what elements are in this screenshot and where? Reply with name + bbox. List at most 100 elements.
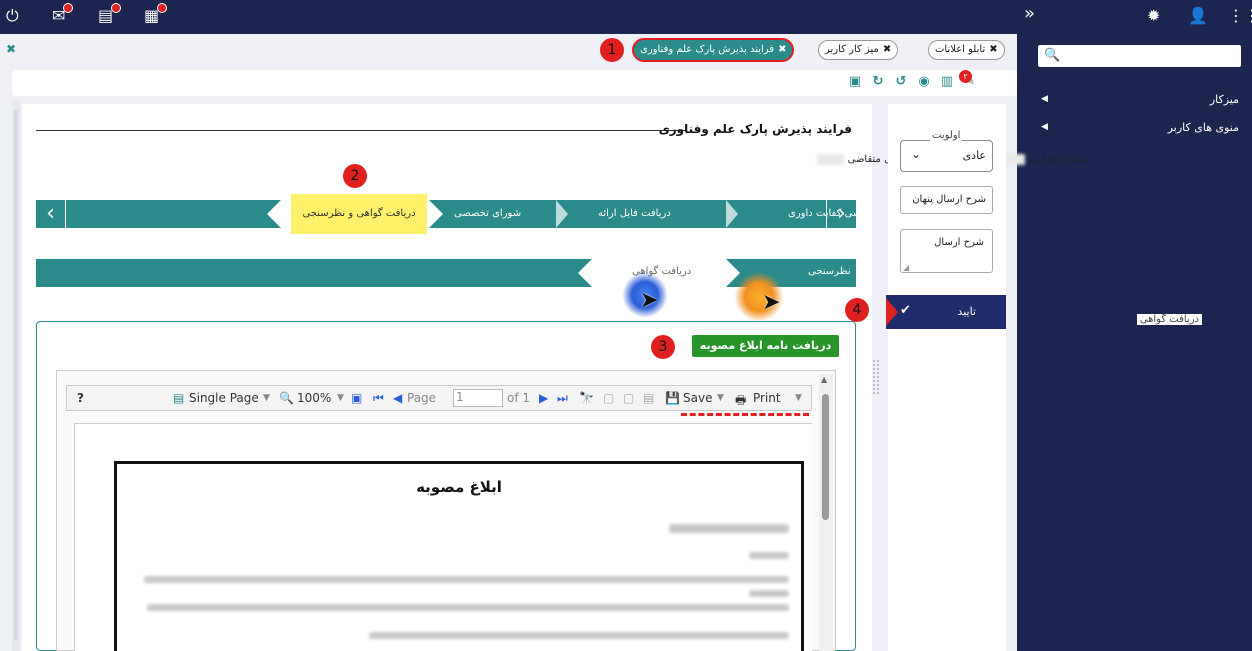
annotation-badge-2: 2 [343,164,367,188]
tab-park-admission[interactable]: فرایند پذیرش پارک علم وفناوری ✖ [632,38,795,62]
step-certificate-survey[interactable]: دریافت گواهی و نظرسنجی [281,194,429,234]
steps-next-button[interactable]: › [826,200,856,228]
calendar-icon[interactable]: ▦ [144,3,168,26]
last-page-icon[interactable]: ⏭ [557,391,568,406]
flow-icon[interactable]: ◉ [916,74,932,90]
tab-label: میز کار کاربر [825,44,879,55]
notification-dot [157,3,168,13]
save-dropdown[interactable]: Save [683,391,712,405]
redacted-text [749,552,789,559]
scroll-rail[interactable] [12,100,20,651]
close-icon[interactable]: ✖ [989,44,997,55]
fieldset-legend: دریافت گواهی [1136,314,1202,325]
page-count: of 1 [507,391,531,405]
viewer-scrollbar[interactable] [819,374,833,651]
zoom-icon: 🔍 [279,391,294,405]
close-icon[interactable]: ✖ [778,44,786,55]
redacted-process-number: XXXX [817,154,845,165]
subtab-survey[interactable]: نظرسنجی [808,266,851,277]
redacted-text [669,524,789,533]
help-button[interactable]: ? [77,391,84,405]
save-icon: 💾 [665,391,680,405]
download-approval-letter-button[interactable]: دریافت نامه ابلاغ مصوبه [692,335,839,357]
priority-select[interactable]: عادی ⌄ [900,140,993,172]
prev-page-icon[interactable]: ◀ [393,391,402,405]
mail-icon[interactable]: ✉ [52,3,74,26]
cursor-icon: ➤ [762,290,781,315]
search-input[interactable]: 🔍 [1038,45,1241,67]
bookmark-icon[interactable]: ▢ [623,391,634,405]
resize-grip-icon: ◢ [903,263,910,272]
history-icon[interactable]: ↺ [893,74,909,90]
step-separator [267,200,281,228]
scroll-thumb[interactable] [822,394,829,520]
close-icon[interactable]: ✖ [6,42,16,56]
page-title: فرایند پذیرش پارک علم وفناوری [658,122,852,136]
find-icon[interactable]: 🔭 [579,391,594,405]
chevron-left-icon: ◀ [1041,94,1048,104]
priority-value: عادی [962,149,986,162]
page-number-input[interactable]: 1 [453,389,503,407]
tab-label: تابلو اعلانات [935,44,986,55]
top-bar: ⏻ ✉ ▤ ▦ » ✹ 👤 ⋮⋮ [0,0,1252,34]
print-icon: 🖶 [735,393,747,407]
gear-icon[interactable]: ✹ [1147,6,1160,26]
close-icon[interactable]: ✖ [883,44,891,55]
user-icon[interactable]: 👤 [1188,6,1208,26]
resize-handle[interactable] [873,360,879,394]
annotation-badge-4: 4 [845,298,869,322]
hidden-note-input[interactable]: شرح ارسال پنهان [900,186,993,214]
document-icon[interactable]: ▤ [98,3,122,26]
sidebar-item-desk[interactable]: ◀ میزکار [1017,89,1252,111]
chevron-left-icon: ◀ [1041,122,1048,132]
page-layout-icon[interactable]: ▣ [351,391,362,405]
priority-legend: اولویت [930,130,963,141]
pointer-arrow [886,298,898,326]
viewer-toolbar: ? ▤ Single Page ▼ 🔍 100% ▼ ▣ ⏮ ◀ Page 1 … [66,385,812,411]
step-specialized-council[interactable]: شورای تخصصی [454,200,521,228]
annotation-badge-1: 1 [600,38,624,62]
parameters-icon[interactable]: ▤ [643,391,654,405]
tab-label: فرایند پذیرش پارک علم وفناوری [640,44,775,55]
process-steps: سی کفایت داوری دریافت فایل ارائه شورای ت… [36,200,861,228]
sidebar-item-label: منوی های کاربر [1167,121,1239,134]
print-dropdown[interactable]: Print [753,391,781,405]
chevrons-right-icon[interactable]: » [1024,4,1035,24]
steps-prev-button[interactable]: ‹ [36,200,66,228]
grid-icon[interactable]: ⋮⋮ [1228,6,1252,26]
first-page-icon[interactable]: ⏮ [373,391,384,406]
subtab-separator [578,259,592,287]
confirm-label: تایید [957,305,976,318]
scroll-up-icon[interactable]: ▲ [821,375,827,384]
note-textarea[interactable]: شرح ارسال ◢ [900,229,993,273]
field-label: شرح ارسال [934,237,984,248]
step-separator [556,200,568,228]
save-icon[interactable]: ▣ [847,74,863,90]
single-page-dropdown[interactable]: Single Page [189,391,259,405]
step-separator [726,200,738,228]
sidebar-item-user-menus[interactable]: ◀ منوی های کاربر [1017,117,1252,139]
report-icon[interactable]: ▥ [939,74,955,90]
next-page-icon[interactable]: ▶ [539,391,548,405]
action-toolbar: ▣ ↻ ↺ ◉ ▥ ✎ ۲ [12,70,1017,96]
annotation-badge-3: 3 [651,335,675,359]
chevron-down-icon: ▼ [717,393,724,403]
redacted-text [144,576,789,583]
search-icon: 🔍 [1044,48,1061,63]
tab-notice-board[interactable]: تابلو اعلانات ✖ [928,40,1005,60]
step-separator [429,200,443,228]
redacted-text [749,590,789,597]
attachment-count-badge: ۲ [959,70,972,83]
chevron-down-icon: ⌄ [911,147,922,161]
step-presentation-file[interactable]: دریافت فایل ارائه [598,200,671,228]
copy-icon[interactable]: ▢ [603,391,614,405]
notification-dot [111,3,122,13]
sidebar: 🔍 ◀ میزکار ◀ منوی های کاربر [1017,34,1252,651]
page-label: Page [407,391,437,405]
tab-user-desk[interactable]: میز کار کاربر ✖ [818,40,899,60]
power-icon[interactable]: ⏻ [6,6,19,26]
single-page-icon: ▤ [173,391,185,405]
confirm-button[interactable]: تایید ✔ [886,295,1006,329]
refresh-icon[interactable]: ↻ [870,74,886,90]
zoom-dropdown[interactable]: 100% [297,391,331,405]
